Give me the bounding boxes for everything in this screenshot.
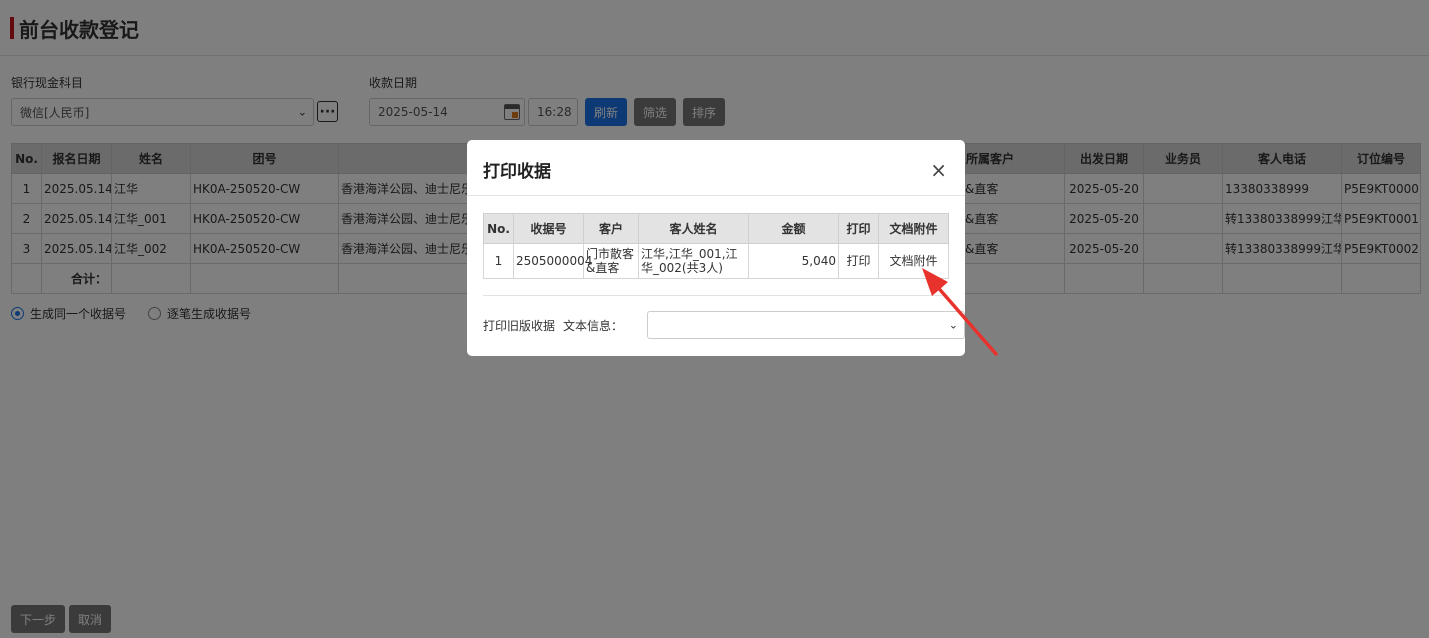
receipt-col-number: 收据号 [513,213,584,244]
old-print-link[interactable]: 打印旧版收据 [483,317,555,334]
receipt-cell-amount: 5,040 [748,243,839,279]
print-receipt-dialog: 打印收据 × No. 收据号 客户 客人姓名 金额 打印 文档附件 1 2505… [467,140,965,356]
dialog-footer: 打印旧版收据 文本信息： ⌄ [483,311,965,339]
receipt-header-row: No. 收据号 客户 客人姓名 金额 打印 文档附件 [483,213,949,244]
receipt-cell-no: 1 [483,243,514,279]
receipt-cell-customer: 门市散客&直客 [583,243,639,279]
chevron-down-icon: ⌄ [948,318,958,332]
receipt-col-print: 打印 [838,213,879,244]
receipt-col-attachment: 文档附件 [878,213,949,244]
receipt-cell-guest: 江华,江华_001,江华_002(共3人) [638,243,749,279]
receipt-col-customer: 客户 [583,213,639,244]
dialog-header: 打印收据 × [467,140,965,196]
receipt-cell-number: 2505000004 [513,243,592,279]
table-row: 1 2505000004 门市散客&直客 江华,江华_001,江华_002(共3… [483,243,949,279]
receipt-table: No. 收据号 客户 客人姓名 金额 打印 文档附件 1 2505000004 … [483,213,949,279]
receipt-col-amount: 金额 [748,213,839,244]
close-icon[interactable]: × [930,160,947,180]
text-info-label: 文本信息： [563,318,624,333]
dialog-title: 打印收据 [483,162,551,182]
receipt-col-guest: 客人姓名 [638,213,749,244]
attachment-link[interactable]: 文档附件 [878,243,949,279]
receipt-col-no: No. [483,213,514,244]
print-link[interactable]: 打印 [838,243,879,279]
dialog-divider [483,295,948,296]
text-info-select[interactable]: ⌄ [647,311,965,339]
